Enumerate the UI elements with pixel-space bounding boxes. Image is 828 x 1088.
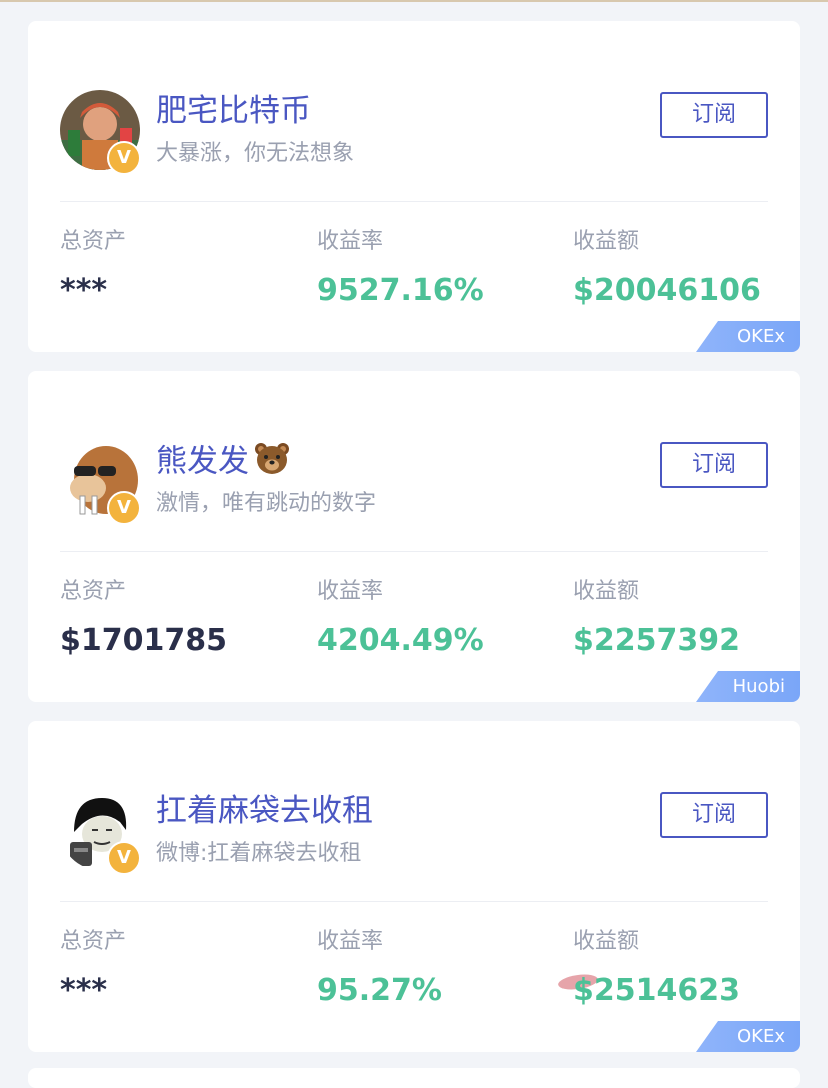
divider <box>60 901 768 902</box>
exchange-tag: OKEx <box>696 321 800 352</box>
exchange-tag: OKEx <box>696 1021 800 1052</box>
divider <box>60 201 768 202</box>
trader-card[interactable]: V 熊发发 激情，唯有跳动的数字 订阅 总资产 收益率 收益额 $1701785… <box>28 371 800 702</box>
trader-name: 熊发发 <box>156 443 249 480</box>
trader-card[interactable]: V 扛着麻袋去收租 微博:扛着麻袋去收租 订阅 总资产 收益率 收益额 *** … <box>28 721 800 1052</box>
trader-motto: 微博:扛着麻袋去收租 <box>156 841 362 866</box>
return-rate-value: 4204.49% <box>317 623 484 658</box>
verified-v-badge-icon: V <box>107 141 141 175</box>
profit-amount-value: $20046106 <box>573 273 761 308</box>
trader-name-row[interactable]: 熊发发 <box>156 441 291 485</box>
profit-amount-value: $2257392 <box>573 623 740 658</box>
return-rate-label: 收益率 <box>317 929 384 954</box>
next-card-edge <box>28 1068 800 1088</box>
trader-name[interactable]: 肥宅比特币 <box>156 91 311 131</box>
profit-amount-label: 收益额 <box>573 579 640 604</box>
return-rate-label: 收益率 <box>317 579 384 604</box>
return-rate-label: 收益率 <box>317 229 384 254</box>
divider <box>60 551 768 552</box>
verified-v-badge-icon: V <box>107 841 141 875</box>
subscribe-button[interactable]: 订阅 <box>660 792 768 838</box>
return-rate-value: 9527.16% <box>317 273 484 308</box>
total-assets-label: 总资产 <box>60 929 127 954</box>
total-assets-value: $1701785 <box>60 623 227 658</box>
subscribe-button[interactable]: 订阅 <box>660 442 768 488</box>
total-assets-label: 总资产 <box>60 229 127 254</box>
total-assets-label: 总资产 <box>60 579 127 604</box>
profit-amount-label: 收益额 <box>573 229 640 254</box>
trader-motto: 大暴涨，你无法想象 <box>156 141 355 166</box>
bear-face-icon <box>253 441 291 485</box>
profit-amount-label: 收益额 <box>573 929 640 954</box>
trader-motto: 激情，唯有跳动的数字 <box>156 491 377 516</box>
total-assets-value: *** <box>60 973 108 1008</box>
exchange-tag: Huobi <box>696 671 800 702</box>
subscribe-button[interactable]: 订阅 <box>660 92 768 138</box>
verified-v-badge-icon: V <box>107 491 141 525</box>
profit-amount-value: $2514623 <box>573 973 740 1008</box>
return-rate-value: 95.27% <box>317 973 442 1008</box>
trader-name[interactable]: 扛着麻袋去收租 <box>156 791 373 831</box>
trader-card[interactable]: V 肥宅比特币 大暴涨，你无法想象 订阅 总资产 收益率 收益额 *** 952… <box>28 21 800 352</box>
top-edge-strip <box>0 0 828 2</box>
total-assets-value: *** <box>60 273 108 308</box>
